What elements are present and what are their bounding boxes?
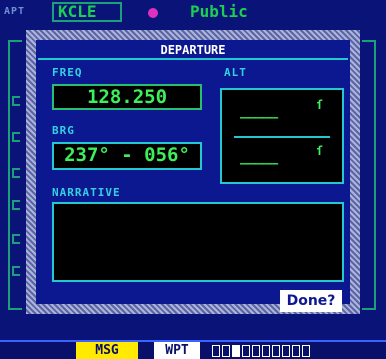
list-marker-icon bbox=[12, 96, 20, 106]
brg-field: 237° - 056° bbox=[52, 142, 202, 170]
list-marker-icon bbox=[12, 234, 20, 244]
alt-divider bbox=[234, 136, 330, 138]
right-frame bbox=[362, 40, 376, 310]
list-marker-icon bbox=[12, 266, 20, 276]
freq-field[interactable]: 128.250 bbox=[52, 84, 202, 110]
page-indicator-box bbox=[242, 345, 250, 357]
alt-lower-value: _____ bbox=[240, 149, 278, 165]
dialog-title: DEPARTURE bbox=[38, 42, 348, 60]
feet-unit-icon: ſ bbox=[316, 144, 324, 158]
status-bar: MSG WPT bbox=[0, 340, 386, 359]
alt-box: _____ ſ _____ ſ bbox=[220, 88, 344, 184]
page-indicator-box bbox=[262, 345, 270, 357]
page-indicator-box bbox=[212, 345, 220, 357]
page-indicator-box bbox=[252, 345, 260, 357]
airport-symbol-icon bbox=[148, 8, 158, 18]
page-indicator-box bbox=[292, 345, 300, 357]
list-marker-icon bbox=[12, 200, 20, 210]
page-indicator-box bbox=[282, 345, 290, 357]
group-label: APT bbox=[4, 6, 26, 17]
feet-unit-icon: ſ bbox=[316, 98, 324, 112]
page-indicator-box bbox=[222, 345, 230, 357]
facility-type: Public bbox=[190, 2, 248, 21]
freq-label: FREQ bbox=[52, 66, 83, 79]
list-marker-icon bbox=[12, 168, 20, 178]
page-indicator-box bbox=[272, 345, 280, 357]
departure-dialog: DEPARTURE FREQ 128.250 ALT _____ ſ _____… bbox=[26, 30, 360, 314]
done-button[interactable]: Done? bbox=[280, 290, 342, 312]
page-indicator bbox=[212, 345, 310, 357]
list-marker-icon bbox=[12, 132, 20, 142]
page-indicator-box bbox=[232, 345, 240, 357]
narrative-label: NARRATIVE bbox=[52, 186, 121, 199]
alt-upper-value: _____ bbox=[240, 103, 278, 119]
airport-identifier[interactable]: KCLE bbox=[58, 2, 97, 21]
alt-label: ALT bbox=[224, 66, 247, 79]
waypoint-header: APT KCLE Public bbox=[0, 0, 386, 24]
narrative-box bbox=[52, 202, 344, 282]
page-indicator-box bbox=[302, 345, 310, 357]
brg-label: BRG bbox=[52, 124, 75, 137]
page-group-label: WPT bbox=[154, 342, 200, 359]
msg-annunciator[interactable]: MSG bbox=[76, 342, 138, 359]
